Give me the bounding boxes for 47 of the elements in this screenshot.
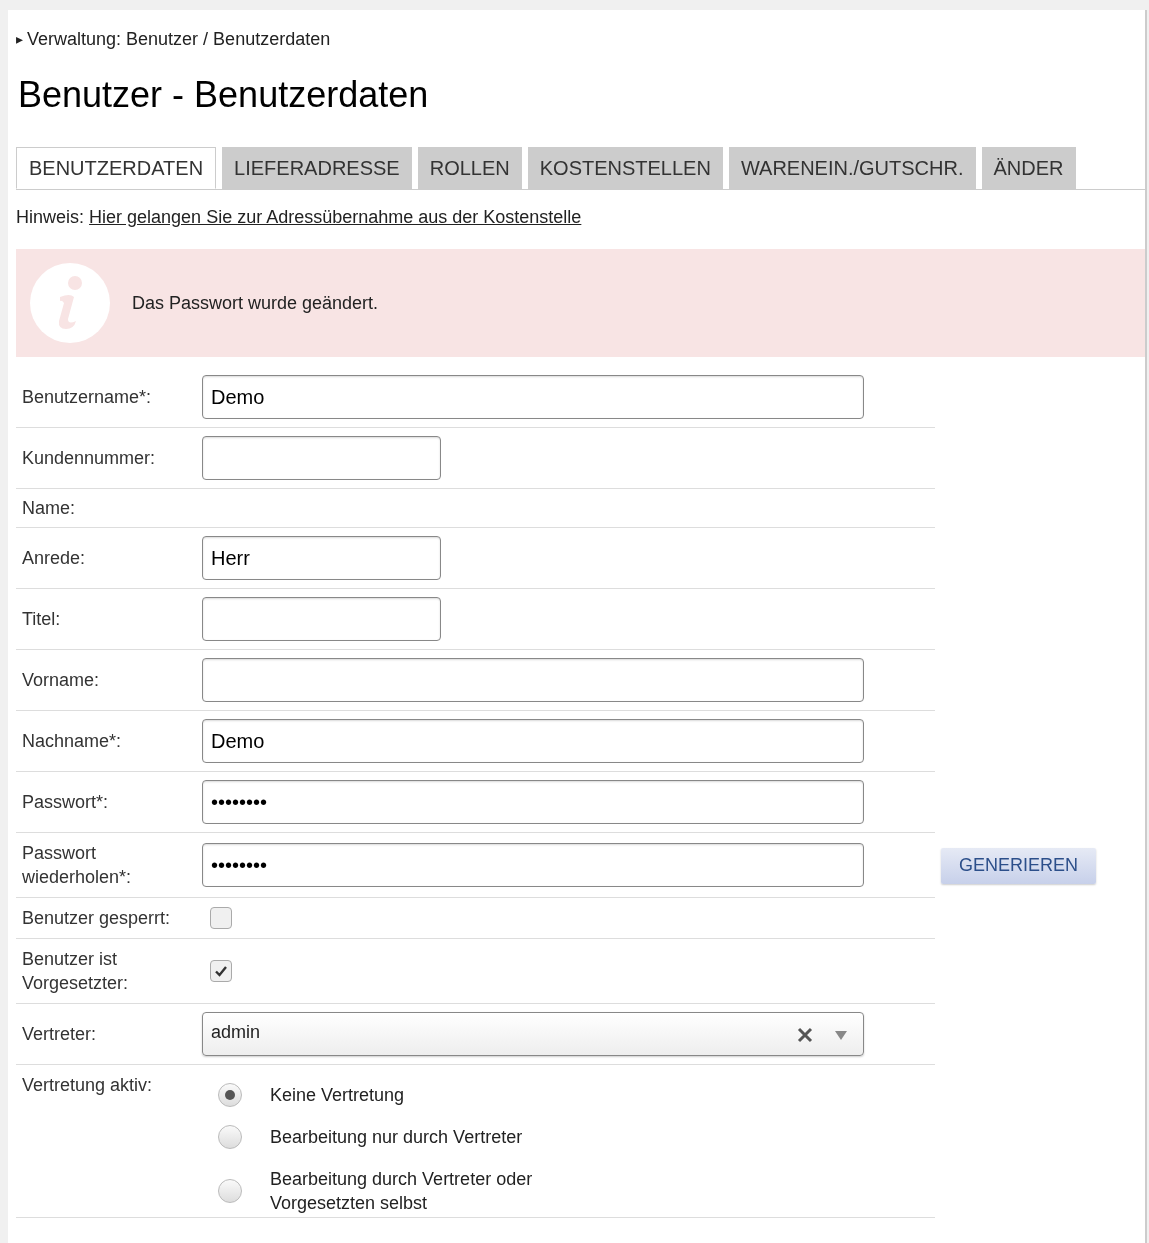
input-field[interactable] [202, 658, 864, 702]
input-field[interactable]: Demo [202, 375, 864, 419]
field-label: Anrede: [22, 547, 87, 570]
field-label: Passwort*: [22, 791, 110, 814]
field-label: Vertreter: [22, 1023, 98, 1046]
radio-button[interactable] [218, 1083, 242, 1107]
tab[interactable]: LIEFERADRESSE [222, 147, 412, 189]
radio-button[interactable] [218, 1125, 242, 1149]
breadcrumb[interactable]: Verwaltung: Benutzer / Benutzerdaten [27, 26, 331, 53]
radio-label: Bearbeitung nur durch Vertreter [270, 1126, 524, 1149]
field-label: Name: [22, 497, 76, 520]
tab[interactable]: WARENEIN./GUTSCHR. [728, 147, 976, 189]
field-label: Benutzer ist Vorgesetzter: [22, 948, 130, 995]
field-label: Benutzer gesperrt: [22, 907, 172, 930]
field-label: Kundennummer: [22, 447, 157, 470]
input-field[interactable] [202, 436, 441, 480]
tab[interactable]: KOSTENSTELLEN [527, 147, 723, 189]
field-label: Titel: [22, 608, 62, 631]
radio-label: Bearbeitung durch Vertreter oder Vorgesetzten selbst [270, 1168, 534, 1215]
radio-button[interactable] [218, 1179, 242, 1203]
dropdown-caret-icon[interactable] [835, 1031, 847, 1040]
input-field[interactable]: Herr [202, 536, 441, 580]
select-field[interactable]: admin [202, 1012, 864, 1056]
checkbox[interactable] [210, 960, 232, 982]
input-field[interactable]: •••••••• [202, 780, 864, 824]
info-icon [30, 263, 110, 343]
field-label: Vertretung aktiv: [22, 1074, 154, 1097]
page-title: Benutzer - Benutzerdaten [18, 73, 430, 117]
field-label: Passwort wiederholen*: [22, 842, 133, 889]
generate-button[interactable]: GENERIEREN [941, 847, 1097, 884]
radio-label: Keine Vertretung [270, 1084, 406, 1107]
tab[interactable]: ROLLEN [417, 147, 522, 189]
breadcrumb-marker: ▸ [16, 30, 23, 49]
field-label: Nachname*: [22, 730, 123, 753]
checkbox[interactable] [210, 907, 232, 929]
hint-text: Hinweis: Hier gelangen Sie zur Adressübernahme aus der Kostenstelle [16, 206, 583, 229]
address-link[interactable]: Hier gelangen Sie zur Adressübernahme aus der Kostenstelle [89, 207, 582, 227]
tab[interactable]: ÄNDER [981, 147, 1076, 189]
input-field[interactable]: Demo [202, 719, 864, 763]
input-field[interactable] [202, 597, 441, 641]
alert-message: Das Passwort wurde geändert. [132, 291, 379, 315]
field-label: Benutzername*: [22, 386, 153, 409]
field-label: Vorname: [22, 669, 101, 692]
input-field[interactable]: •••••••• [202, 843, 864, 887]
clear-icon[interactable] [797, 1027, 813, 1043]
tab[interactable]: BENUTZERDATEN [16, 147, 217, 189]
checkmark-icon [214, 964, 228, 978]
